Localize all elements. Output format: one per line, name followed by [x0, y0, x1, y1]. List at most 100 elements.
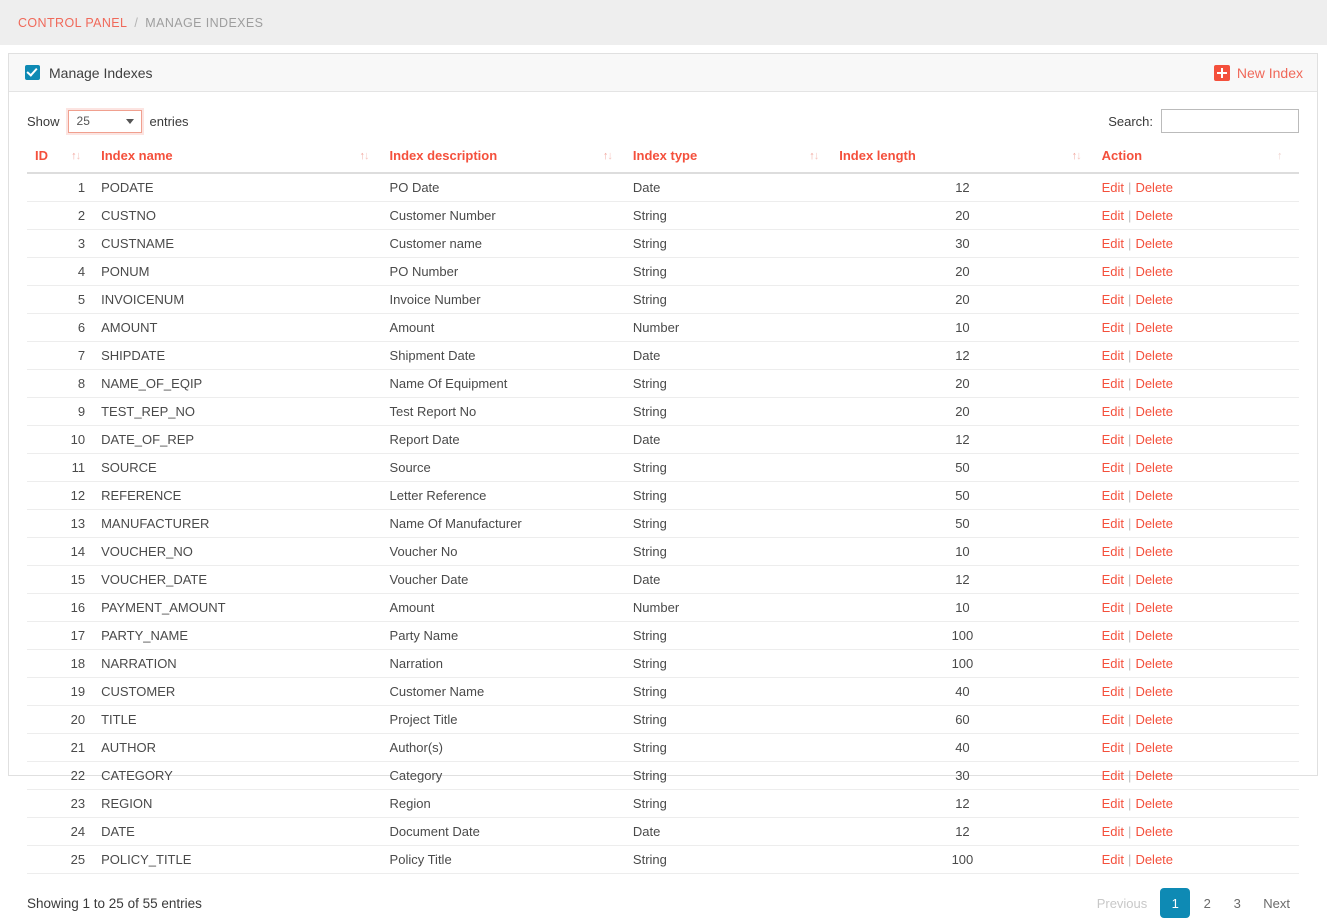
delete-link[interactable]: Delete — [1135, 600, 1173, 615]
cell-index-length: 60 — [831, 705, 1094, 734]
action-separator: | — [1128, 712, 1132, 727]
delete-link[interactable]: Delete — [1135, 852, 1173, 867]
cell-index-type: String — [624, 705, 832, 734]
cell-id: 22 — [27, 761, 94, 790]
delete-link[interactable]: Delete — [1135, 236, 1173, 251]
pagination: Previous 1 2 3 Next — [1084, 888, 1299, 918]
edit-link[interactable]: Edit — [1102, 600, 1124, 615]
column-header-index-name-label: Index name — [101, 148, 173, 163]
edit-link[interactable]: Edit — [1102, 180, 1124, 195]
edit-link[interactable]: Edit — [1102, 628, 1124, 643]
sort-icon: ↑↓ — [1071, 150, 1082, 162]
edit-link[interactable]: Edit — [1102, 376, 1124, 391]
delete-link[interactable]: Delete — [1135, 292, 1173, 307]
cell-index-description: Region — [381, 789, 625, 818]
cell-index-name: VOUCHER_NO — [93, 537, 382, 566]
edit-link[interactable]: Edit — [1102, 488, 1124, 503]
delete-link[interactable]: Delete — [1135, 320, 1173, 335]
cell-action: Edit | Delete — [1093, 705, 1299, 734]
delete-link[interactable]: Delete — [1135, 572, 1173, 587]
column-header-id[interactable]: ID ↑↓ — [27, 144, 94, 174]
cell-id: 8 — [27, 369, 94, 398]
edit-link[interactable]: Edit — [1102, 264, 1124, 279]
column-header-index-name[interactable]: Index name ↑↓ — [93, 144, 382, 174]
delete-link[interactable]: Delete — [1135, 208, 1173, 223]
cell-index-length: 40 — [831, 733, 1094, 762]
cell-index-description: Category — [381, 761, 625, 790]
delete-link[interactable]: Delete — [1135, 432, 1173, 447]
delete-link[interactable]: Delete — [1135, 768, 1173, 783]
edit-link[interactable]: Edit — [1102, 768, 1124, 783]
cell-index-name: PONUM — [93, 257, 382, 286]
delete-link[interactable]: Delete — [1135, 656, 1173, 671]
cell-index-description: Name Of Equipment — [381, 369, 625, 398]
cell-index-description: Customer Name — [381, 677, 625, 706]
delete-link[interactable]: Delete — [1135, 488, 1173, 503]
edit-link[interactable]: Edit — [1102, 712, 1124, 727]
edit-link[interactable]: Edit — [1102, 796, 1124, 811]
page-length-select[interactable]: 25 — [67, 109, 142, 133]
edit-link[interactable]: Edit — [1102, 460, 1124, 475]
cell-index-name: TEST_REP_NO — [93, 397, 382, 426]
search-input[interactable] — [1161, 109, 1299, 133]
column-header-index-type[interactable]: Index type ↑↓ — [624, 144, 832, 174]
delete-link[interactable]: Delete — [1135, 544, 1173, 559]
cell-index-type: String — [624, 481, 832, 510]
column-header-index-description[interactable]: Index description ↑↓ — [381, 144, 625, 174]
edit-link[interactable]: Edit — [1102, 824, 1124, 839]
table-row: 21 AUTHOR Author(s) String 40 Edit | Delete — [27, 733, 1299, 762]
sort-icon: ↑↓ — [809, 150, 819, 162]
cell-id: 13 — [27, 509, 94, 538]
column-header-index-length[interactable]: Index length ↑↓ — [831, 144, 1094, 174]
pagination-button-1[interactable]: 1 — [1160, 888, 1191, 918]
edit-link[interactable]: Edit — [1102, 348, 1124, 363]
cell-index-name: SHIPDATE — [93, 341, 382, 370]
delete-link[interactable]: Delete — [1135, 712, 1173, 727]
edit-link[interactable]: Edit — [1102, 320, 1124, 335]
cell-index-length: 100 — [831, 845, 1094, 874]
delete-link[interactable]: Delete — [1135, 404, 1173, 419]
pagination-button-next[interactable]: Next — [1254, 890, 1299, 916]
pagination-button-2[interactable]: 2 — [1194, 890, 1220, 916]
cell-index-name: DATE — [93, 817, 382, 846]
edit-link[interactable]: Edit — [1102, 544, 1124, 559]
edit-link[interactable]: Edit — [1102, 740, 1124, 755]
delete-link[interactable]: Delete — [1135, 376, 1173, 391]
action-separator: | — [1128, 292, 1132, 307]
cell-index-name: AMOUNT — [93, 313, 382, 342]
delete-link[interactable]: Delete — [1135, 628, 1173, 643]
cell-index-name: REFERENCE — [93, 481, 382, 510]
cell-index-name: DATE_OF_REP — [93, 425, 382, 454]
edit-link[interactable]: Edit — [1102, 404, 1124, 419]
checkbox-icon[interactable] — [25, 65, 40, 80]
delete-link[interactable]: Delete — [1135, 796, 1173, 811]
edit-link[interactable]: Edit — [1102, 852, 1124, 867]
cell-action: Edit | Delete — [1093, 845, 1299, 874]
table-row: 23 REGION Region String 12 Edit | Delete — [27, 789, 1299, 818]
breadcrumb-current-manage-indexes: MANAGE INDEXES — [145, 15, 264, 30]
cell-id: 18 — [27, 649, 94, 678]
delete-link[interactable]: Delete — [1135, 264, 1173, 279]
breadcrumb-link-control-panel[interactable]: CONTROL PANEL — [18, 16, 127, 30]
edit-link[interactable]: Edit — [1102, 516, 1124, 531]
cell-index-type: String — [624, 201, 832, 230]
edit-link[interactable]: Edit — [1102, 208, 1124, 223]
edit-link[interactable]: Edit — [1102, 684, 1124, 699]
cell-index-name: INVOICENUM — [93, 285, 382, 314]
edit-link[interactable]: Edit — [1102, 432, 1124, 447]
delete-link[interactable]: Delete — [1135, 348, 1173, 363]
cell-index-length: 12 — [831, 425, 1094, 454]
delete-link[interactable]: Delete — [1135, 684, 1173, 699]
delete-link[interactable]: Delete — [1135, 824, 1173, 839]
new-index-button[interactable]: New Index — [1213, 64, 1303, 81]
delete-link[interactable]: Delete — [1135, 460, 1173, 475]
delete-link[interactable]: Delete — [1135, 516, 1173, 531]
edit-link[interactable]: Edit — [1102, 656, 1124, 671]
edit-link[interactable]: Edit — [1102, 236, 1124, 251]
edit-link[interactable]: Edit — [1102, 572, 1124, 587]
delete-link[interactable]: Delete — [1135, 180, 1173, 195]
pagination-button-3[interactable]: 3 — [1224, 890, 1250, 916]
delete-link[interactable]: Delete — [1135, 740, 1173, 755]
column-header-action[interactable]: Action ↑ — [1093, 144, 1299, 174]
edit-link[interactable]: Edit — [1102, 292, 1124, 307]
